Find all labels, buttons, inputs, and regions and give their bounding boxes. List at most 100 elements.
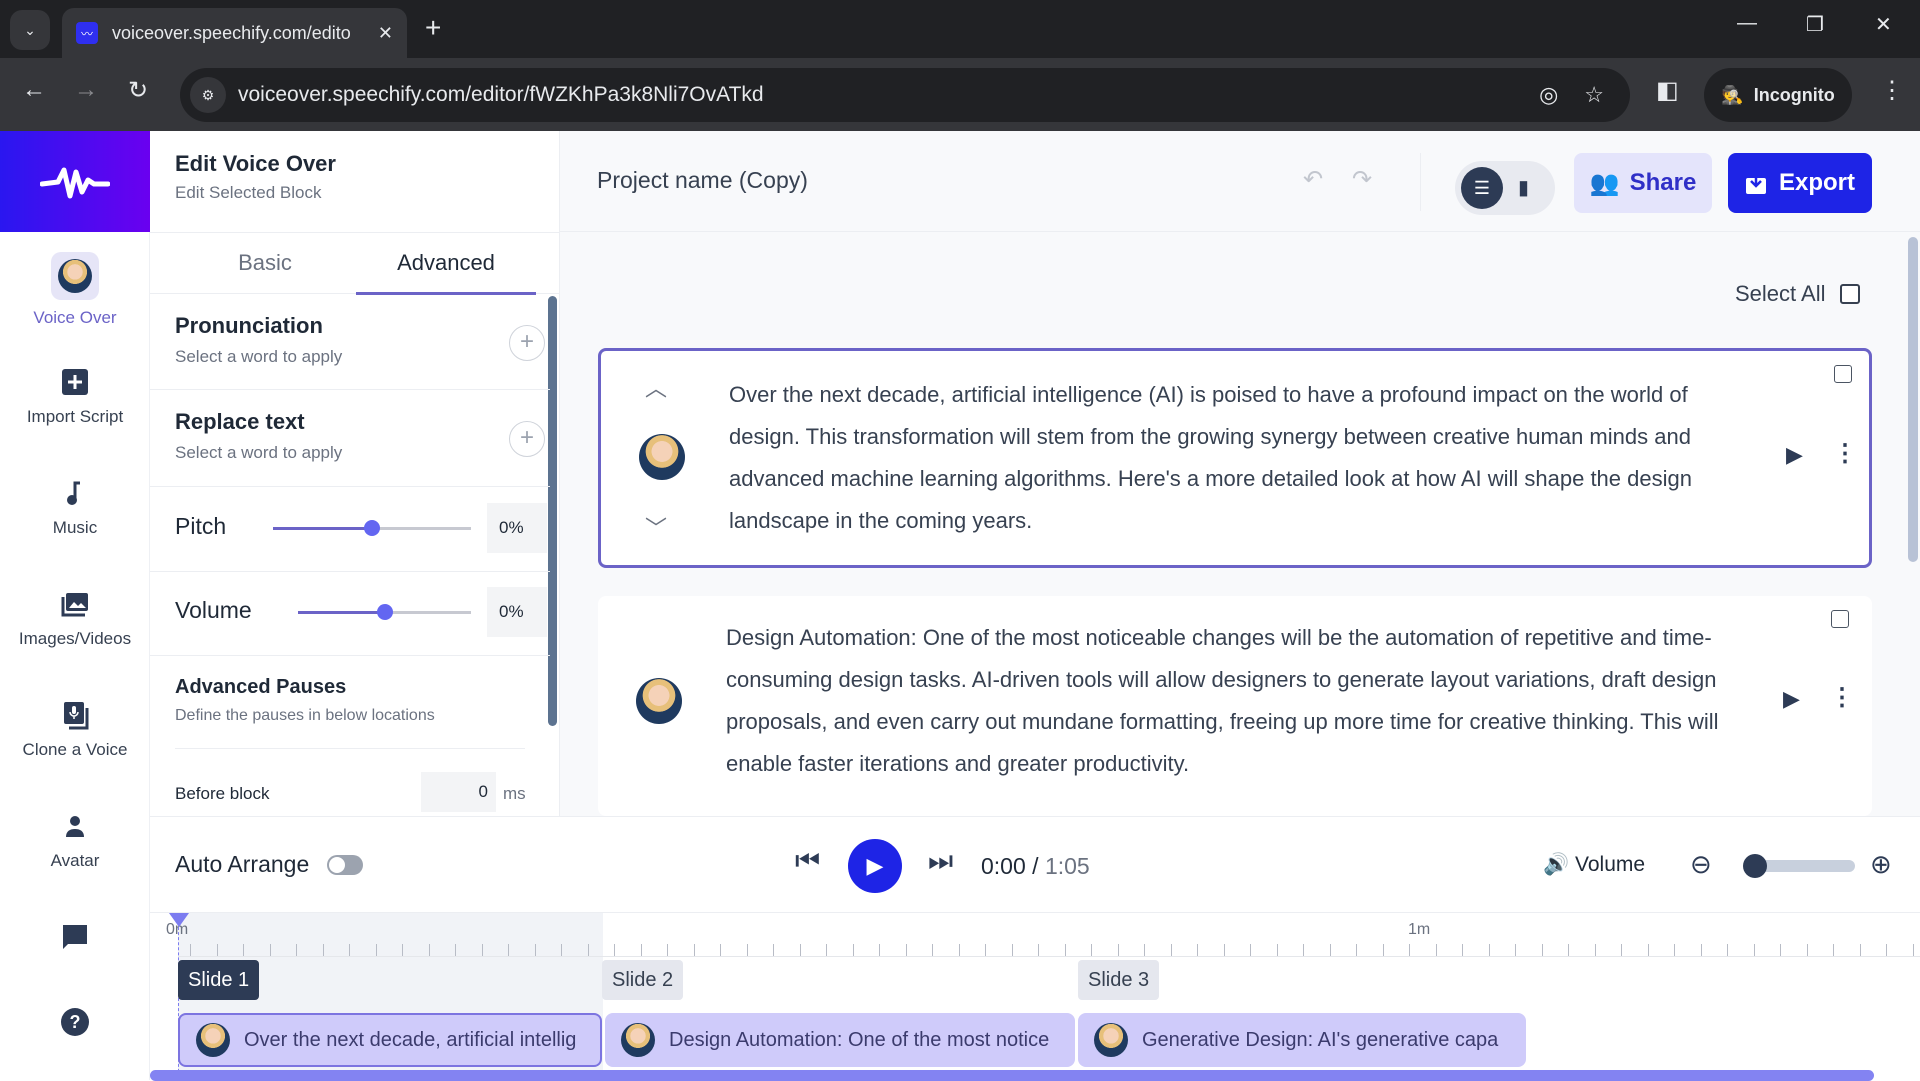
view-mode-toggle[interactable]: ☰ ▮ (1455, 161, 1555, 215)
slide-tag-3[interactable]: Slide 3 (1078, 960, 1160, 1000)
play-block-icon[interactable]: ▶ (1783, 686, 1800, 712)
ruler-tick (720, 944, 721, 956)
ruler-tick (1038, 944, 1039, 956)
block-checkbox[interactable] (1834, 365, 1852, 383)
timeline-ruler[interactable]: 0m 1m (166, 913, 1920, 957)
volume-slider[interactable] (298, 604, 471, 620)
voice-avatar (196, 1023, 230, 1057)
ruler-tick (1859, 944, 1861, 956)
side-panel-icon[interactable]: ◧ (1656, 76, 1679, 105)
timeline-clip[interactable]: Design Automation: One of the most notic… (605, 1013, 1075, 1067)
timeline-view-icon[interactable]: ☰ (1461, 167, 1503, 209)
sidebar-item-avatar[interactable]: Avatar (0, 811, 150, 871)
sidebar-item-voice-over[interactable]: Voice Over (0, 252, 150, 328)
zoom-in-icon[interactable]: ⊕ (1870, 849, 1892, 880)
move-down-chevron-icon[interactable]: ﹀ (645, 511, 667, 543)
sidebar-item-help[interactable]: ? (0, 1007, 150, 1047)
undo-icon[interactable]: ↶ (1303, 165, 1323, 194)
timeline: 0m 1m Slide 1 Slide 2 Slide 3 Over the n… (150, 912, 1920, 1081)
volume-value-input[interactable]: 0% (487, 587, 547, 637)
slide-tag-1[interactable]: Slide 1 (178, 960, 260, 1000)
share-button[interactable]: 👥 Share (1574, 153, 1712, 213)
forward-button[interactable]: → (74, 76, 98, 104)
timeline-clip[interactable]: Generative Design: AI's generative capa (1078, 1013, 1526, 1067)
ruler-tick (455, 944, 456, 956)
browser-tab[interactable]: 〰 voiceover.speechify.com/edito ✕ (62, 8, 407, 58)
current-time: 0:00 (981, 853, 1026, 879)
tab-search-button[interactable]: ⌄ (10, 10, 50, 50)
ruler-tick (1806, 944, 1808, 956)
voice-avatar[interactable] (639, 434, 685, 480)
url-text[interactable]: voiceover.speechify.com/editor/fWZKhPa3k… (238, 83, 1539, 107)
incognito-badge[interactable]: 🕵 Incognito (1704, 68, 1852, 122)
restore-button[interactable]: ❐ (1806, 12, 1824, 37)
close-tab-icon[interactable]: ✕ (378, 23, 393, 44)
player-bar: Auto Arrange ⏮ ▶ ⏭ 0:00 / 1:05 🔊 Volume … (150, 816, 1920, 912)
select-all-checkbox[interactable] (1839, 284, 1860, 304)
voice-avatar[interactable] (636, 678, 682, 724)
pitch-slider[interactable] (273, 520, 471, 536)
add-replace-text-button[interactable]: + (509, 421, 545, 457)
move-up-chevron-icon[interactable]: ︿ (645, 371, 667, 403)
ruler-tick (799, 944, 801, 956)
zoom-slider-thumb[interactable] (1743, 854, 1767, 878)
pitch-value-input[interactable]: 0% (487, 503, 547, 553)
more-options-icon[interactable]: ⋮ (1833, 439, 1857, 468)
before-block-input[interactable]: 0 (421, 772, 496, 812)
add-pronunciation-button[interactable]: + (509, 325, 545, 361)
zoom-out-icon[interactable]: ⊖ (1690, 849, 1712, 880)
slide-tag-2[interactable]: Slide 2 (602, 960, 684, 1000)
timeline-clip[interactable]: Over the next decade, artificial intelli… (178, 1013, 602, 1067)
incognito-label: Incognito (1753, 84, 1835, 105)
volume-slider-thumb[interactable] (376, 604, 393, 620)
block-text[interactable]: Design Automation: One of the most notic… (726, 617, 1736, 785)
bookmark-star-icon[interactable]: ☆ (1584, 82, 1604, 108)
voice-block[interactable]: Design Automation: One of the most notic… (598, 596, 1872, 816)
sidebar-item-label: Music (52, 518, 98, 537)
tab-basic[interactable]: Basic (175, 233, 355, 295)
pitch-slider-thumb[interactable] (364, 520, 380, 536)
speechify-logo[interactable] (0, 131, 150, 232)
ruler-tick (1541, 944, 1543, 956)
export-button[interactable]: Export (1728, 153, 1872, 213)
play-block-icon[interactable]: ▶ (1786, 442, 1803, 468)
browser-menu-icon[interactable]: ⋮ (1880, 76, 1904, 105)
site-settings-icon[interactable]: ⚙ (190, 77, 226, 113)
sidebar-item-images-videos[interactable]: Images/Videos (0, 589, 150, 649)
play-button[interactable]: ▶ (848, 839, 902, 893)
sidebar-item-music[interactable]: Music (0, 478, 150, 538)
download-icon (1745, 173, 1766, 194)
timeline-scrollbar[interactable] (150, 1070, 1874, 1081)
reload-button[interactable]: ↻ (128, 76, 148, 105)
editor-scrollbar[interactable] (1908, 237, 1918, 562)
skip-forward-icon[interactable]: ⏭ (928, 845, 953, 878)
playhead-marker[interactable] (169, 913, 189, 927)
ruler-tick (1409, 944, 1410, 956)
slides-view-icon[interactable]: ▮ (1518, 175, 1540, 201)
new-tab-button[interactable]: + (425, 12, 441, 44)
minimize-button[interactable]: — (1737, 12, 1757, 35)
sidebar-item-feedback[interactable] (0, 922, 150, 962)
close-window-button[interactable]: ✕ (1875, 12, 1892, 37)
tab-advanced[interactable]: Advanced (356, 233, 536, 295)
sidebar-item-import-script[interactable]: Import Script (0, 367, 150, 427)
panel-scrollbar[interactable] (548, 296, 557, 726)
tracking-protection-eye-off-icon[interactable]: ◎ (1539, 82, 1558, 108)
timeline-zoom-slider[interactable] (1743, 854, 1855, 878)
auto-arrange-toggle[interactable] (327, 855, 363, 875)
volume-button[interactable]: 🔊 Volume (1543, 853, 1645, 877)
more-options-icon[interactable]: ⋮ (1830, 683, 1854, 712)
ruler-tick (349, 944, 350, 956)
project-name[interactable]: Project name (Copy) (597, 167, 808, 194)
address-bar[interactable]: ⚙ voiceover.speechify.com/editor/fWZKhPa… (180, 68, 1630, 122)
block-checkbox[interactable] (1831, 610, 1849, 628)
skip-back-icon[interactable]: ⏮ (795, 845, 820, 878)
voice-block[interactable]: ︿ ﹀ Over the next decade, artificial int… (598, 348, 1872, 568)
redo-icon[interactable]: ↷ (1352, 165, 1372, 194)
back-button[interactable]: ← (22, 76, 46, 104)
sidebar-item-clone-voice[interactable]: Clone a Voice (0, 700, 150, 760)
waveform-logo-icon (40, 167, 110, 198)
block-text[interactable]: Over the next decade, artificial intelli… (729, 374, 1739, 542)
sidebar-item-label: Voice Over (33, 308, 117, 327)
select-all-control[interactable]: Select All (1735, 281, 1860, 307)
